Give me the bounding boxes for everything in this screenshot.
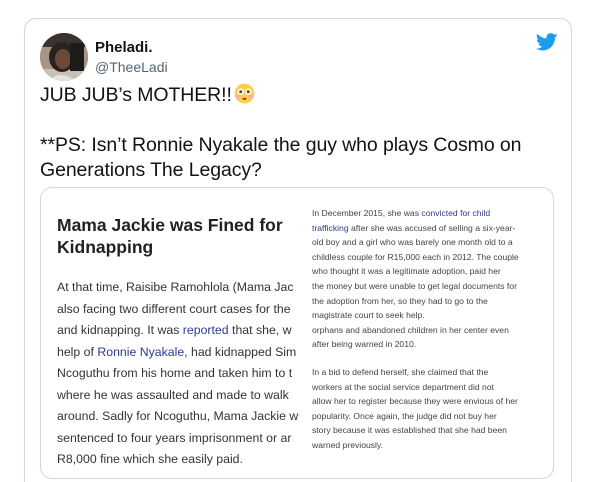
display-name[interactable]: Pheladi.: [95, 39, 153, 56]
right-para1-text: In December 2015, she was: [312, 208, 422, 218]
right-para1-text: childless couple for R15,000 each in 201…: [312, 251, 519, 262]
left-body-text: At that time, Raisibe Ramohlola (Mama Ja…: [57, 280, 294, 294]
article-left-column: Mama Jackie was Fined for Kidnapping At …: [41, 188, 306, 478]
right-para1-text: magistrate court to seek help.: [312, 310, 425, 321]
right-para1-text: the money but were unable to get legal d…: [312, 280, 517, 291]
left-body-text: around. Sadly for Ncoguthu, Mama Jackie …: [57, 409, 299, 423]
right-para1-text: the adoption from her, so they had to go…: [312, 295, 488, 306]
right-para1-text: after she was accused of selling a six-y…: [348, 222, 516, 233]
left-body-text: where he was assaulted and made to walk: [57, 387, 289, 402]
right-paragraph-2: In a bid to defend herself, she claimed …: [312, 365, 552, 453]
tweet-line-2: **PS: Isn’t Ronnie Nyakale the guy who p…: [40, 134, 522, 156]
tweet-text: JUB JUB’s MOTHER!! **PS: Isn’t Ronnie Ny…: [40, 83, 560, 183]
right-para1-line: old boy and a girl who was barely one mo…: [312, 235, 552, 250]
left-body-text: also facing two different court cases fo…: [57, 301, 291, 316]
right-para2-line: allow her to register because they were …: [312, 396, 518, 407]
right-para1-text: old boy and a girl who was barely one mo…: [312, 237, 513, 248]
left-body-line: R8,000 fine which she easily paid.: [57, 449, 306, 471]
article-right-column: In December 2015, she was convicted for …: [312, 206, 552, 453]
right-para1-text: who thought it was a legitimate adoption…: [312, 266, 501, 277]
left-body-line: also facing two different court cases fo…: [57, 299, 306, 321]
avatar[interactable]: [40, 33, 88, 81]
tweet-line-1-text: JUB JUB’s MOTHER!!: [40, 84, 232, 106]
right-para2-line: In a bid to defend herself, she claimed …: [312, 366, 489, 377]
avatar-image: [40, 33, 88, 81]
left-body-text: , had kidnapped Sim: [184, 344, 297, 359]
right-para1-line: childless couple for R15,000 each in 201…: [312, 250, 552, 265]
attached-image[interactable]: Mama Jackie was Fined for Kidnapping At …: [40, 187, 554, 479]
tweet-card[interactable]: Pheladi. @TheeLadi JUB JUB’s MOTHER!! **…: [24, 18, 572, 482]
right-para1-line: orphans and abandoned children in her ce…: [312, 323, 552, 338]
user-handle[interactable]: @TheeLadi: [95, 59, 168, 75]
right-para1-line: trafficking after she was accused of sel…: [312, 221, 552, 236]
twitter-bird-icon[interactable]: [536, 33, 558, 51]
left-body-text: help of: [57, 344, 98, 359]
right-para1-link[interactable]: trafficking: [312, 223, 349, 233]
tweet-line-3: Generations The Legacy?: [40, 159, 262, 181]
right-para1-line: In December 2015, she was convicted for …: [312, 206, 552, 221]
left-body-line: help of Ronnie Nyakale, had kidnapped Si…: [57, 342, 306, 364]
article-heading: Mama Jackie was Fined for Kidnapping: [57, 214, 297, 258]
right-para1-line: after being warned in 2010.: [312, 337, 552, 352]
right-paragraph-1: In December 2015, she was convicted for …: [312, 206, 552, 352]
left-body-line: sentenced to four years imprisonment or …: [57, 428, 306, 450]
right-para1-line: the adoption from her, so they had to go…: [312, 294, 552, 309]
left-body-line: where he was assaulted and made to walk: [57, 385, 306, 407]
left-body-link[interactable]: reported: [183, 323, 229, 337]
left-body-text: and kidnapping. It was: [57, 323, 183, 337]
left-body-line: around. Sadly for Ncoguthu, Mama Jackie …: [57, 406, 306, 428]
left-body-text: sentenced to four years imprisonment or …: [57, 430, 292, 445]
flushed-face-emoji-icon: [234, 83, 255, 104]
right-para2-line: popularity. Once again, the judge did no…: [312, 410, 497, 421]
heading-line-2: Kidnapping: [57, 237, 154, 257]
right-para1-text: orphans and abandoned children in her ce…: [312, 324, 509, 335]
right-para1-text: after being warned in 2010.: [312, 339, 417, 350]
right-para2-line: workers at the social service department…: [312, 381, 494, 392]
left-body-link[interactable]: Ronnie Nyakale: [97, 345, 184, 359]
heading-line-1: Mama Jackie was Fined for: [57, 215, 283, 235]
left-body-line: Ncoguthu from his home and taken him to …: [57, 363, 306, 385]
left-body-text: that she, w: [228, 323, 292, 337]
left-body-line: and kidnapping. It was reported that she…: [57, 320, 306, 342]
left-body-line: At that time, Raisibe Ramohlola (Mama Ja…: [57, 277, 306, 299]
left-body-text: R8,000 fine which she easily paid.: [57, 452, 243, 466]
right-para1-line: who thought it was a legitimate adoption…: [312, 264, 552, 279]
left-body-text: Ncoguthu from his home and taken him to …: [57, 366, 293, 380]
right-para2-line: warned previously.: [312, 439, 384, 450]
right-para1-line: magistrate court to seek help.: [312, 308, 552, 323]
tweet-line-1: JUB JUB’s MOTHER!!: [40, 83, 560, 108]
article-body-left: At that time, Raisibe Ramohlola (Mama Ja…: [57, 277, 306, 471]
right-para2-line: story because it was established that sh…: [312, 425, 507, 436]
right-para1-line: the money but were unable to get legal d…: [312, 279, 552, 294]
right-para1-link[interactable]: convicted for child: [421, 208, 490, 218]
